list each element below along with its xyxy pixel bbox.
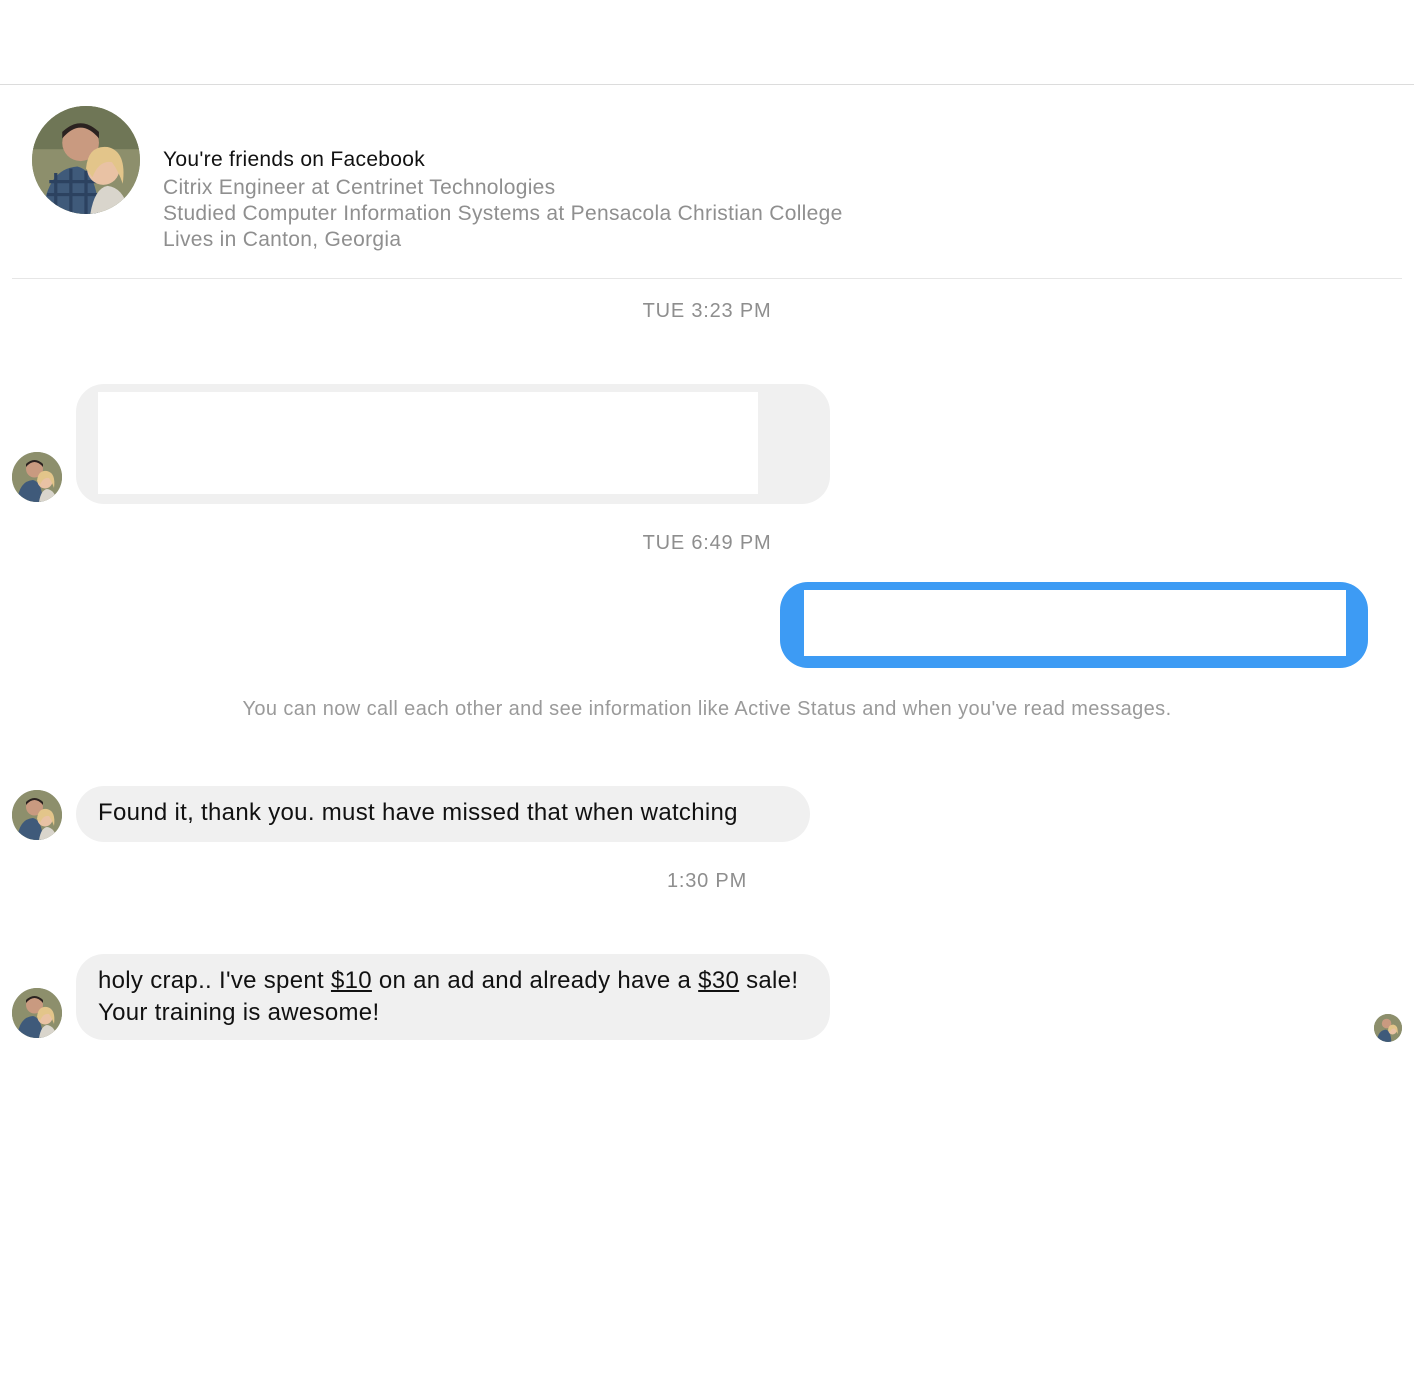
contact-photo-icon (12, 452, 62, 502)
contact-avatar[interactable] (32, 106, 140, 214)
timestamp: TUE 3:23 PM (642, 300, 772, 322)
message-text: Found it, thank you. must have missed th… (98, 799, 738, 826)
messenger-conversation: You're friends on Facebook Citrix Engine… (0, 0, 1414, 1400)
seen-receipt-avatar (1374, 1014, 1402, 1042)
amount-link-30[interactable]: $30 (698, 967, 739, 994)
profile-education: Studied Computer Information Systems at … (163, 202, 843, 225)
contact-avatar[interactable] (12, 790, 62, 840)
contact-photo-icon (32, 106, 140, 214)
contact-photo-icon (12, 988, 62, 1038)
profile-divider (12, 278, 1402, 279)
profile-location: Lives in Canton, Georgia (163, 228, 402, 251)
friendship-status: You're friends on Facebook (163, 148, 426, 171)
profile-work: Citrix Engineer at Centrinet Technologie… (163, 176, 556, 199)
profile-info: You're friends on Facebook Citrix Engine… (163, 145, 843, 253)
contact-photo-icon (12, 790, 62, 840)
amount-link-10[interactable]: $10 (331, 967, 372, 994)
message-text-part: holy crap.. I've spent (98, 967, 331, 994)
contact-avatar[interactable] (12, 452, 62, 502)
conversation-header (0, 0, 1414, 85)
message-bubble-incoming-redacted[interactable] (76, 384, 830, 504)
redacted-content (98, 392, 758, 494)
message-bubble-incoming[interactable]: Found it, thank you. must have missed th… (76, 786, 810, 842)
timestamp: 1:30 PM (666, 870, 748, 892)
message-bubble-outgoing-redacted[interactable] (780, 582, 1368, 668)
contact-avatar[interactable] (12, 988, 62, 1038)
timestamp: TUE 6:49 PM (642, 532, 772, 554)
redacted-content (804, 590, 1346, 656)
message-bubble-incoming[interactable]: holy crap.. I've spent $10 on an ad and … (76, 954, 830, 1040)
system-note: You can now call each other and see info… (242, 698, 1172, 720)
seen-receipt-icon (1374, 1014, 1402, 1042)
message-text-part: on an ad and already have a (371, 967, 699, 994)
